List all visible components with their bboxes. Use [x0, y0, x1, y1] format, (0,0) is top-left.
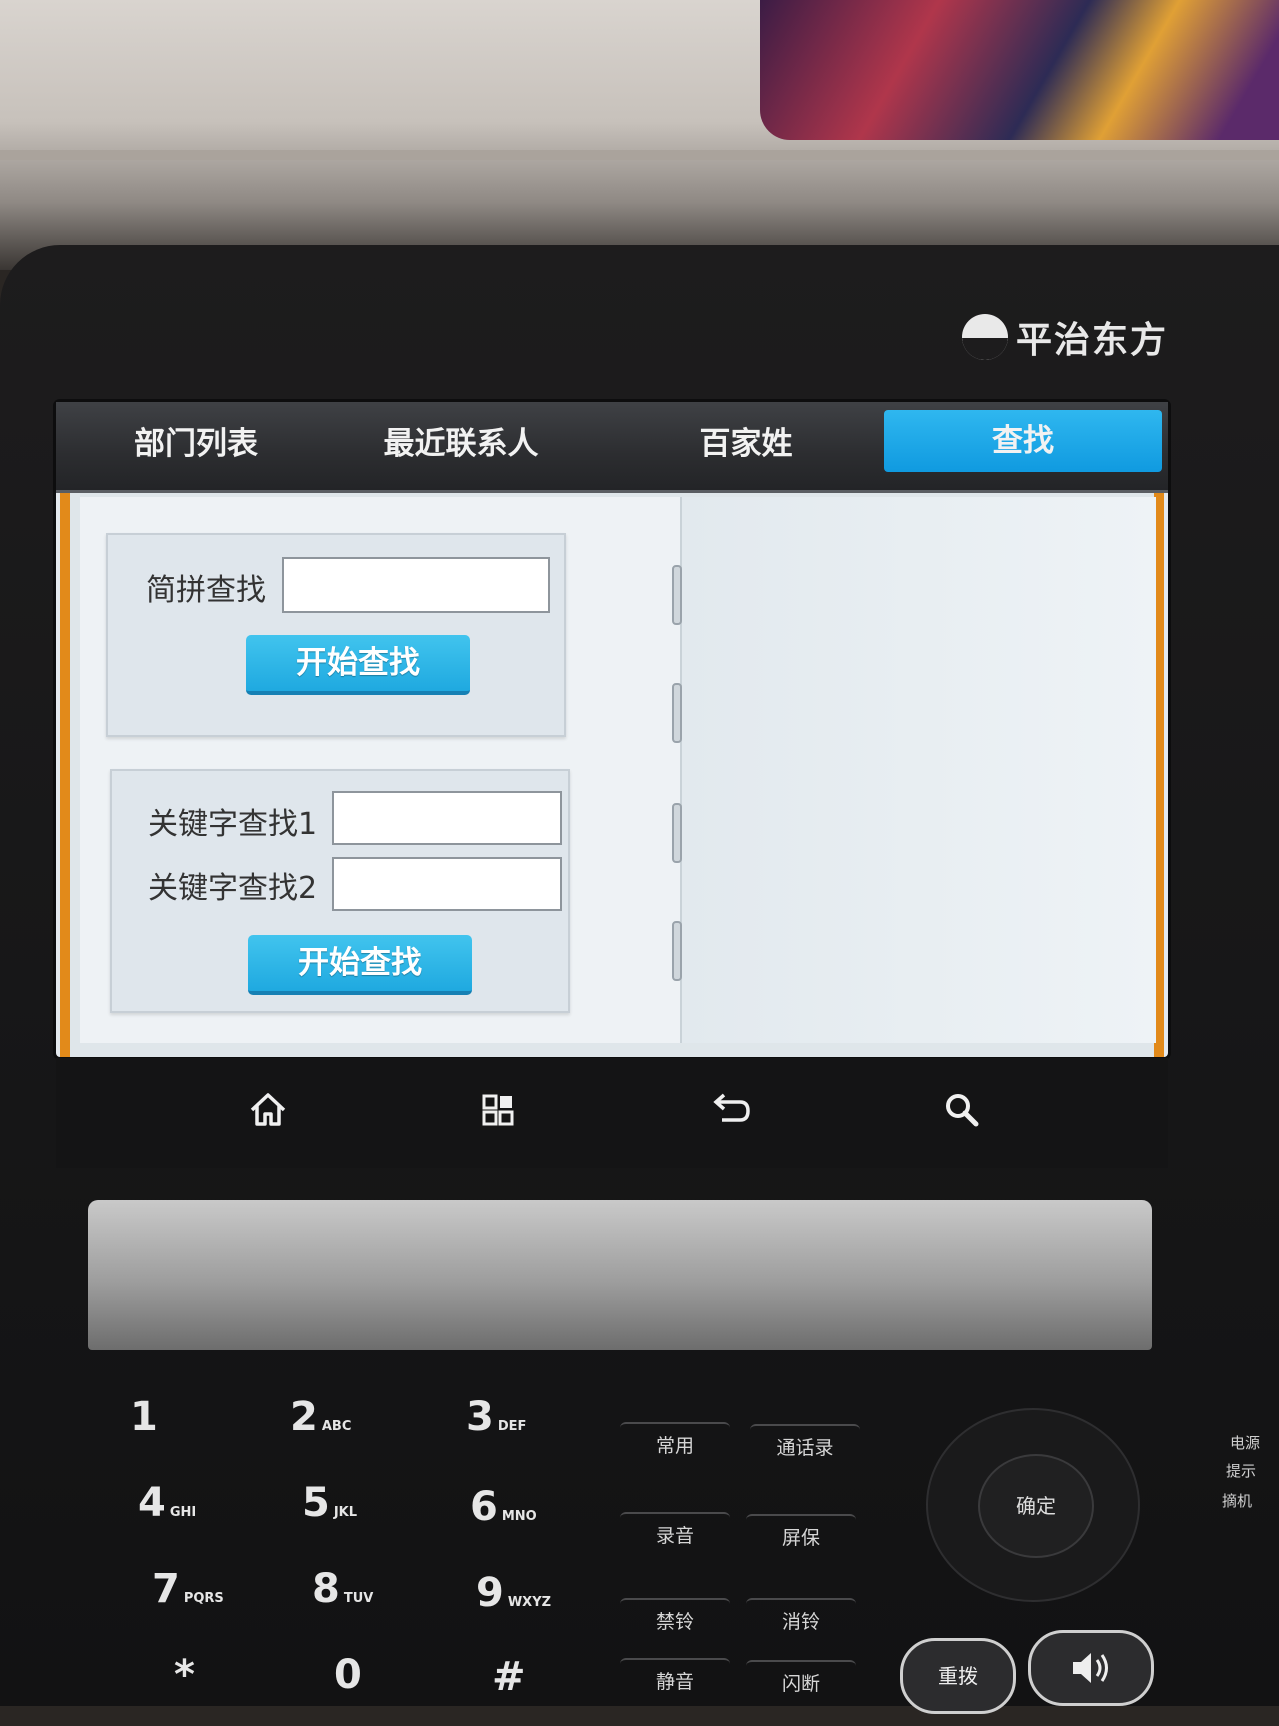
function-key-mute[interactable]: 静音 [620, 1658, 730, 1704]
key-digit: # [492, 1654, 526, 1700]
function-key-screensaver[interactable]: 屏保 [746, 1514, 856, 1560]
tab-recent-contacts[interactable]: 最近联系人 [346, 402, 576, 486]
keyword-search-group: 关键字查找1 关键字查找2 开始查找 [110, 769, 570, 1013]
key-8[interactable]: 8 TUV [312, 1566, 422, 1626]
speaker-button[interactable] [1028, 1630, 1154, 1706]
key-digit: 5 [302, 1480, 330, 1526]
book-binding-ring [672, 565, 682, 625]
keyword-search-label-1: 关键字查找1 [148, 807, 318, 842]
speaker-icon [1073, 1653, 1108, 1683]
function-key-record[interactable]: 录音 [620, 1512, 730, 1558]
key-letters: JKL [333, 1505, 358, 1520]
results-pane [680, 497, 1156, 1043]
function-key-mute-ring[interactable]: 消铃 [746, 1598, 856, 1644]
function-key-ring-off[interactable]: 禁铃 [620, 1598, 730, 1644]
key-letters: GHI [169, 1505, 197, 1520]
key-1[interactable]: 1 [130, 1394, 240, 1454]
keyword-search-label-2: 关键字查找2 [148, 871, 318, 906]
tab-bar: 部门列表 最近联系人 百家姓 查找 [56, 402, 1168, 493]
tab-department-list[interactable]: 部门列表 [96, 402, 296, 486]
redial-button[interactable]: 重拨 [900, 1638, 1016, 1714]
key-letters: PQRS [183, 1591, 224, 1606]
keyword-search-input-2[interactable] [332, 857, 562, 911]
key-digit: 7 [152, 1566, 180, 1612]
pinyin-search-button[interactable]: 开始查找 [246, 635, 470, 695]
keyword-search-input-1[interactable] [332, 791, 562, 845]
key-letters: ABC [321, 1419, 352, 1434]
key-5[interactable]: 5 JKL [302, 1480, 412, 1540]
content-area: 简拼查找 开始查找 关键字查找1 关键字查找2 开始查找 [60, 493, 1164, 1057]
key-digit: 6 [470, 1484, 498, 1530]
keyword-search-button[interactable]: 开始查找 [248, 935, 472, 995]
key-0[interactable]: 0 [334, 1652, 444, 1712]
book-binding-ring [672, 803, 682, 863]
search-icon[interactable] [932, 1080, 992, 1140]
navigation-dpad[interactable]: 确定 [926, 1408, 1140, 1602]
key-digit: 3 [466, 1394, 494, 1440]
key-star[interactable]: * [174, 1652, 284, 1712]
key-hash[interactable]: # [492, 1654, 602, 1714]
function-key-favorites[interactable]: 常用 [620, 1422, 730, 1468]
key-letters: TUV [343, 1591, 374, 1606]
key-2[interactable]: 2 ABC [290, 1394, 400, 1454]
navigation-bar [56, 1058, 1168, 1168]
key-digit: 1 [130, 1394, 158, 1440]
cloth-background [760, 0, 1279, 140]
offhook-indicator-label: 摘机 [1222, 1492, 1253, 1510]
key-digit: 2 [290, 1394, 318, 1440]
book-binding-ring [672, 921, 682, 981]
key-letters: MNO [501, 1509, 537, 1524]
ok-button[interactable]: 确定 [978, 1454, 1094, 1558]
key-3[interactable]: 3 DEF [466, 1394, 576, 1454]
function-key-call-log[interactable]: 通话录 [750, 1424, 860, 1470]
brand-logo-icon [962, 314, 1008, 360]
key-digit: * [174, 1652, 195, 1698]
speaker-grille [88, 1200, 1152, 1350]
apps-icon[interactable] [468, 1080, 528, 1140]
function-key-flash[interactable]: 闪断 [746, 1660, 856, 1706]
brand-name: 平治东方 [1016, 320, 1169, 361]
key-4[interactable]: 4 GHI [138, 1480, 248, 1540]
desk-edge [0, 150, 1279, 160]
notice-indicator-label: 提示 [1226, 1462, 1257, 1480]
key-digit: 0 [334, 1652, 362, 1698]
brand: 平治东方 [962, 312, 1168, 362]
screen: 部门列表 最近联系人 百家姓 查找 简拼查找 开始查找 关键字查找1 关键字查找… [56, 402, 1168, 1057]
tab-search[interactable]: 查找 [884, 410, 1162, 472]
key-letters: DEF [497, 1419, 527, 1434]
key-digit: 4 [138, 1480, 166, 1526]
pinyin-search-label: 简拼查找 [146, 573, 266, 608]
key-digit: 9 [476, 1570, 504, 1616]
key-6[interactable]: 6 MNO [470, 1484, 580, 1544]
power-indicator-label: 电源 [1230, 1434, 1261, 1452]
book-binding-ring [672, 683, 682, 743]
left-pane: 简拼查找 开始查找 关键字查找1 关键字查找2 开始查找 [80, 497, 680, 1043]
key-7[interactable]: 7 PQRS [152, 1566, 262, 1626]
key-9[interactable]: 9 WXYZ [476, 1570, 586, 1630]
home-icon[interactable] [238, 1080, 298, 1140]
tab-surnames[interactable]: 百家姓 [646, 402, 846, 486]
key-letters: WXYZ [507, 1595, 552, 1610]
pinyin-search-input[interactable] [282, 557, 550, 613]
back-icon[interactable] [700, 1080, 760, 1140]
pinyin-search-group: 简拼查找 开始查找 [106, 533, 566, 737]
key-digit: 8 [312, 1566, 340, 1612]
